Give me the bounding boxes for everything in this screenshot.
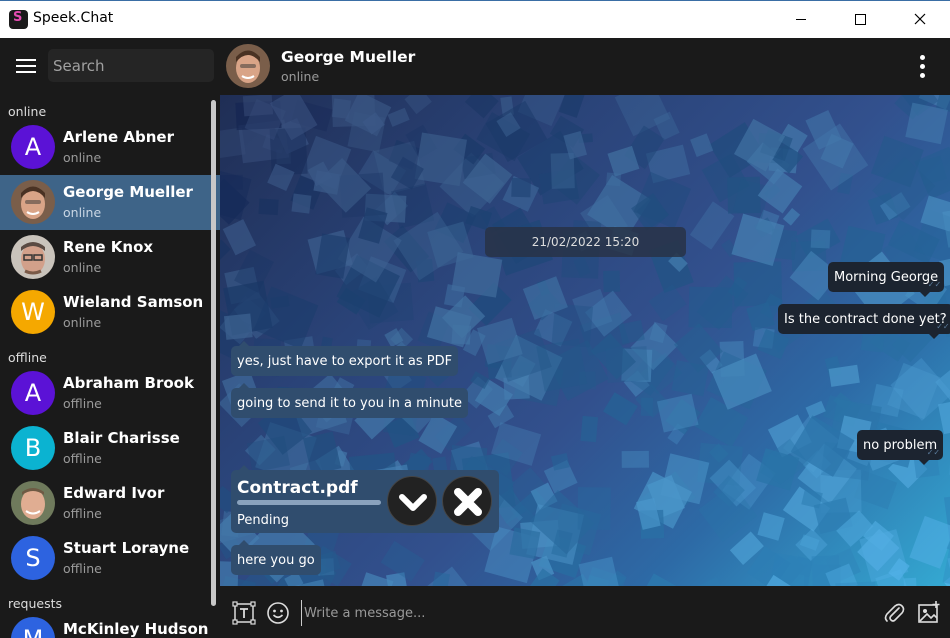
contact-item-edward-ivor[interactable]: Edward Ivor offline: [0, 476, 220, 531]
message-text: Is the contract done yet?: [784, 311, 947, 327]
contact-item-george-mueller[interactable]: George Mueller online: [0, 175, 220, 230]
contact-name: Arlene Abner: [63, 128, 174, 146]
avatar: [11, 235, 55, 279]
chat-avatar[interactable]: [226, 44, 270, 88]
avatar: A: [11, 371, 55, 415]
paperclip-icon[interactable]: [882, 601, 906, 625]
search-input[interactable]: [48, 49, 214, 82]
maximize-icon: [855, 14, 866, 25]
avatar-initial: A: [24, 379, 42, 407]
edward-photo-icon: [11, 481, 55, 525]
check-icon: [399, 494, 427, 511]
contact-status: online: [63, 315, 102, 330]
date-separator: 21/02/2022 15:20: [485, 227, 686, 257]
close-window-button[interactable]: [897, 1, 943, 38]
message-text: here you go: [237, 552, 315, 568]
avatar: M: [11, 617, 55, 638]
message-bubble-incoming[interactable]: here you go: [231, 540, 321, 575]
chat-contact-status: online: [281, 69, 320, 84]
contact-name: McKinley Hudson: [63, 620, 209, 638]
section-label-online: online: [8, 104, 47, 119]
avatar: B: [11, 426, 55, 470]
contact-status: offline: [63, 506, 102, 521]
contact-item-arlene-abner[interactable]: A Arlene Abner online: [0, 120, 220, 175]
avatar: A: [11, 125, 55, 169]
section-label-offline: offline: [8, 350, 47, 365]
contact-status: online: [63, 205, 102, 220]
avatar: S: [11, 536, 55, 580]
contact-item-abraham-brook[interactable]: A Abraham Brook offline: [0, 366, 220, 421]
message-bubble-incoming[interactable]: going to send it to you in a minute: [231, 383, 468, 418]
message-composer: [220, 586, 950, 638]
minimize-button[interactable]: [778, 1, 824, 38]
george-photo-icon: [226, 44, 270, 88]
file-transfer-message: Contract.pdf Pending: [231, 465, 499, 533]
contact-status: offline: [63, 561, 102, 576]
sidebar: online A Arlene Abner online George Muel…: [0, 38, 220, 638]
section-label-requests: requests: [8, 596, 63, 611]
contact-name: Edward Ivor: [63, 484, 165, 502]
contact-item-mckinley-hudson[interactable]: M McKinley Hudson: [0, 612, 220, 638]
contact-name: Abraham Brook: [63, 374, 194, 392]
read-ticks-icon: ✓✓: [936, 322, 950, 331]
chat-message-area[interactable]: 21/02/2022 15:20 Morning George ✓✓ Is the…: [220, 95, 950, 586]
contact-status: offline: [63, 396, 102, 411]
cancel-file-button[interactable]: [442, 476, 492, 526]
contact-status: online: [63, 150, 102, 165]
avatar: [11, 180, 55, 224]
maximize-button[interactable]: [837, 1, 883, 38]
george-photo-icon: [11, 180, 55, 224]
contact-item-wieland-samson[interactable]: W Wieland Samson online: [0, 285, 220, 340]
title-bar: Speek.Chat: [0, 0, 950, 38]
contact-name: Wieland Samson: [63, 293, 204, 311]
chat-header: George Mueller online: [220, 38, 950, 95]
message-text: going to send it to you in a minute: [237, 395, 462, 411]
emoji-icon[interactable]: [266, 601, 290, 625]
file-progress-bar: [237, 500, 381, 505]
file-status: Pending: [237, 513, 289, 528]
avatar: W: [11, 290, 55, 334]
contact-item-stuart-lorayne[interactable]: S Stuart Lorayne offline: [0, 531, 220, 586]
contact-status: online: [63, 260, 102, 275]
avatar-initial: M: [23, 625, 44, 638]
window-title: Speek.Chat: [33, 10, 114, 26]
avatar-initial: W: [21, 298, 45, 326]
read-ticks-icon: ✓✓: [926, 448, 941, 457]
file-name: Contract.pdf: [237, 478, 358, 498]
contact-item-blair-charisse[interactable]: B Blair Charisse offline: [0, 421, 220, 476]
contact-name: George Mueller: [63, 183, 193, 201]
contact-status: offline: [63, 451, 102, 466]
accept-file-button[interactable]: [387, 476, 437, 526]
close-icon: [454, 488, 482, 516]
chat-contact-name: George Mueller: [281, 48, 416, 66]
message-input[interactable]: [301, 600, 861, 626]
hamburger-menu-icon[interactable]: [16, 59, 36, 73]
contact-name: Blair Charisse: [63, 429, 180, 447]
contact-name: Rene Knox: [63, 238, 154, 256]
message-text: yes, just have to export it as PDF: [237, 353, 453, 369]
sidebar-scrollbar[interactable]: [211, 100, 216, 606]
read-ticks-icon: ✓✓: [927, 280, 942, 289]
avatar: [11, 481, 55, 525]
avatar-initial: S: [25, 544, 41, 572]
avatar-initial: A: [24, 133, 42, 161]
message-bubble-incoming[interactable]: yes, just have to export it as PDF: [231, 341, 459, 376]
contact-name: Stuart Lorayne: [63, 539, 190, 557]
message-bubble-outgoing[interactable]: Morning George ✓✓: [828, 262, 945, 297]
speek-logo-icon: [9, 10, 28, 29]
image-icon[interactable]: [917, 601, 941, 625]
message-text: Morning George: [834, 269, 939, 285]
more-vertical-icon[interactable]: [916, 55, 928, 79]
file-progress-fill: [238, 501, 380, 504]
rene-photo-icon: [11, 235, 55, 279]
avatar-initial: B: [24, 434, 42, 462]
close-icon: [914, 13, 926, 25]
message-bubble-outgoing[interactable]: Is the contract done yet? ✓✓: [778, 304, 950, 339]
text-format-icon[interactable]: [232, 601, 256, 625]
contact-item-rene-knox[interactable]: Rene Knox online: [0, 230, 220, 285]
message-bubble-outgoing[interactable]: no problem ✓✓: [857, 430, 944, 465]
minimize-icon: [796, 19, 806, 20]
